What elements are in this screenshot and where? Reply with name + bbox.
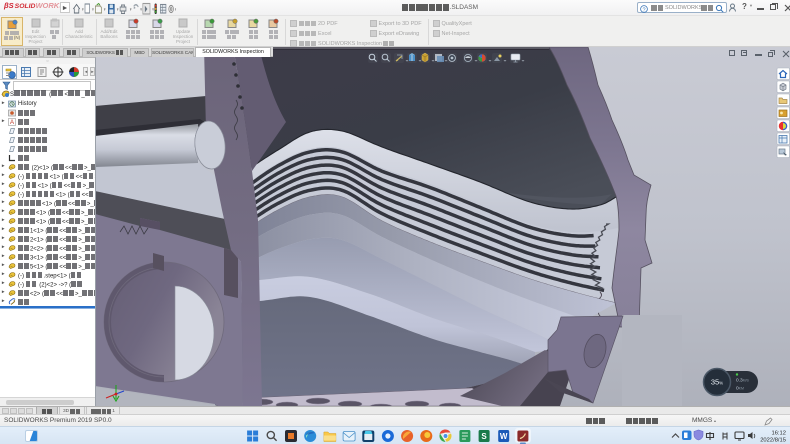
svg-text:A: A: [10, 120, 14, 126]
svg-text:▼: ▼: [81, 7, 84, 12]
svg-text:S: S: [481, 432, 487, 441]
svg-text:▼: ▼: [92, 7, 95, 12]
svg-text:▼: ▼: [140, 7, 143, 12]
svg-text:▼: ▼: [129, 7, 132, 12]
svg-text:▼: ▼: [152, 7, 155, 12]
svg-text:?: ?: [642, 7, 645, 13]
svg-text:W: W: [500, 432, 508, 441]
svg-text:▼: ▼: [103, 7, 106, 12]
svg-text:▼: ▼: [174, 7, 176, 12]
svg-text:16:12: 16:12: [771, 431, 786, 437]
svg-text:▼: ▼: [116, 7, 119, 12]
svg-text:2022/8/15: 2022/8/15: [760, 438, 786, 444]
